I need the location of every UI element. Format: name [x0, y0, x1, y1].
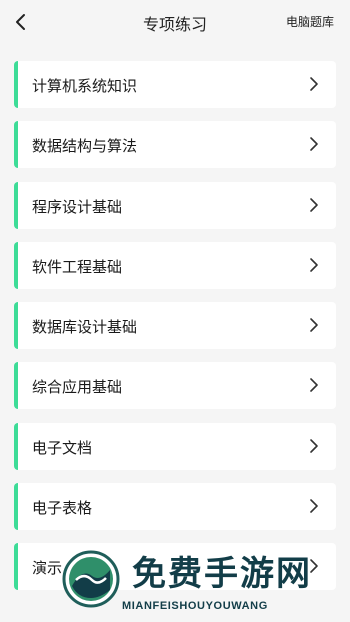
practice-list: 计算机系统知识 数据结构与算法 程序设计基础 软件工程基础 数据库设计基础 综合…: [14, 61, 336, 604]
watermark: 免费手游网 MIANFEISHOUYOUWANG: [62, 544, 350, 622]
chevron-right-icon: [310, 77, 318, 91]
list-item[interactable]: 软件工程基础: [14, 241, 336, 289]
watermark-title: 免费手游网: [132, 554, 312, 594]
list-item[interactable]: 数据库设计基础: [14, 302, 336, 350]
watermark-subtitle: MIANFEISHOUYOUWANG: [122, 600, 268, 612]
computer-question-bank-link[interactable]: 电脑题库: [286, 13, 334, 30]
list-item[interactable]: 计算机系统知识: [14, 61, 336, 108]
chevron-right-icon: [310, 197, 318, 212]
list-item-label: 演示: [32, 559, 63, 578]
list-item[interactable]: 数据结构与算法: [14, 121, 336, 169]
list-item-label: 数据结构与算法: [32, 137, 138, 156]
list-item[interactable]: 电子文档: [14, 422, 336, 470]
chevron-right-icon: [310, 137, 318, 152]
list-item-label: 电子文档: [32, 438, 93, 457]
chevron-right-icon: [310, 318, 318, 332]
list-item-label: 计算机系统知识: [32, 77, 138, 95]
list-item-label: 软件工程基础: [32, 257, 123, 276]
chevron-right-icon: [310, 499, 318, 513]
top-bar: 专项练习 电脑题库: [0, 0, 350, 44]
watermark-logo-icon: [62, 550, 120, 608]
list-item[interactable]: 综合应用基础: [14, 362, 336, 410]
list-item[interactable]: 电子表格: [14, 483, 336, 531]
list-item-label: 综合应用基础: [32, 378, 123, 397]
chevron-right-icon: [310, 378, 318, 393]
list-item[interactable]: 程序设计基础: [14, 181, 336, 229]
chevron-right-icon: [310, 438, 318, 453]
chevron-right-icon: [310, 258, 318, 272]
list-item-label: 数据库设计基础: [32, 318, 138, 337]
list-item-label: 电子表格: [32, 499, 93, 518]
list-item-label: 程序设计基础: [32, 197, 123, 216]
